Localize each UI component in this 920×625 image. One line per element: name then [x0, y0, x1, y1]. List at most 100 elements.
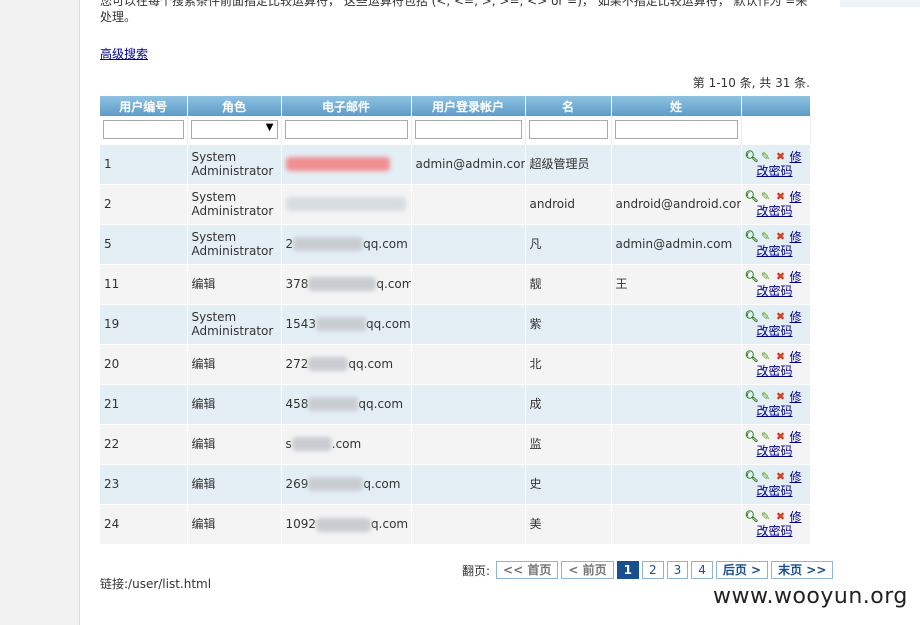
column-header-role[interactable]: 角色: [187, 96, 282, 116]
filter-first-name-input[interactable]: [528, 120, 608, 140]
next-page-button[interactable]: 后页 >: [715, 561, 769, 579]
pencil-icon[interactable]: ✎: [760, 471, 772, 483]
cell-first-name: 史: [525, 463, 612, 504]
view-icon[interactable]: 🔍︎: [745, 151, 759, 163]
view-icon[interactable]: 🔍︎: [745, 271, 759, 283]
delete-icon[interactable]: ✖: [775, 191, 787, 203]
advanced-search-link[interactable]: 高级搜索: [100, 45, 148, 62]
delete-icon[interactable]: ✖: [775, 431, 787, 443]
view-icon[interactable]: 🔍︎: [745, 511, 759, 523]
column-header-first-name[interactable]: 名: [525, 96, 612, 116]
redaction-block: [308, 277, 377, 292]
change-password-link-part1[interactable]: 修: [790, 270, 802, 284]
page-1-button[interactable]: 1: [616, 561, 639, 579]
cell-last-name: [611, 423, 742, 464]
chevron-down-icon: ▼: [265, 122, 274, 134]
view-icon[interactable]: 🔍︎: [745, 191, 759, 203]
cell-role: System Administrator: [187, 223, 282, 264]
cell-id: 2: [100, 183, 188, 224]
pencil-icon[interactable]: ✎: [760, 391, 772, 403]
cell-actions: 🔍︎✎✖修改密码修改密码: [741, 383, 811, 424]
change-password-link-part2[interactable]: 改密码: [745, 444, 807, 458]
view-icon[interactable]: 🔍︎: [745, 231, 759, 243]
filter-last-name-input[interactable]: [614, 120, 738, 140]
change-password-link-part1[interactable]: 修: [790, 510, 802, 524]
change-password-link-part2[interactable]: 改密码: [745, 484, 807, 498]
redaction-block: [285, 197, 406, 212]
delete-icon[interactable]: ✖: [775, 391, 787, 403]
left-gutter: [0, 0, 80, 625]
change-password-link-part1[interactable]: 修: [790, 470, 802, 484]
delete-icon[interactable]: ✖: [775, 311, 787, 323]
change-password-link-part2[interactable]: 改密码: [745, 524, 807, 538]
filter-email-input[interactable]: [284, 120, 408, 140]
change-password-link-part1[interactable]: 修: [790, 390, 802, 404]
delete-icon[interactable]: ✖: [775, 511, 787, 523]
cell-role: 编辑: [187, 423, 282, 464]
pencil-icon[interactable]: ✎: [760, 311, 772, 323]
view-icon[interactable]: 🔍︎: [745, 351, 759, 363]
pencil-icon[interactable]: ✎: [760, 431, 772, 443]
change-password-link-part1[interactable]: 修: [790, 350, 802, 364]
last-page-button[interactable]: 末页 >>: [771, 561, 834, 579]
change-password-link-part1[interactable]: 修: [790, 230, 802, 244]
pencil-icon[interactable]: ✎: [760, 231, 772, 243]
delete-icon[interactable]: ✖: [775, 231, 787, 243]
email-suffix: q.com: [371, 517, 409, 531]
cell-first-name: 北: [525, 343, 612, 384]
delete-icon[interactable]: ✖: [775, 471, 787, 483]
page-2-button[interactable]: 2: [641, 561, 664, 579]
view-icon[interactable]: 🔍︎: [745, 471, 759, 483]
filter-id-input[interactable]: [103, 120, 184, 140]
cell-login: [411, 503, 526, 544]
column-header-last-name[interactable]: 姓: [611, 96, 742, 116]
cell-email: 1543 qq.com: [281, 303, 412, 344]
cell-first-name: android: [525, 183, 612, 224]
change-password-link-part2[interactable]: 改密码: [745, 284, 807, 298]
table-row: 21编辑458 qq.com 成 🔍︎✎✖修改密码修改密码: [100, 383, 811, 424]
filter-role-select[interactable]: ▼: [190, 120, 278, 140]
view-icon[interactable]: 🔍︎: [745, 391, 759, 403]
change-password-link-part2[interactable]: 改密码: [745, 364, 807, 378]
change-password-link-part1[interactable]: 修: [790, 430, 802, 444]
cell-role: 编辑: [187, 463, 282, 504]
cell-email: 269 q.com: [281, 463, 412, 504]
change-password-link-part1[interactable]: 修: [790, 310, 802, 324]
cell-id: 20: [100, 343, 188, 384]
page-4-button[interactable]: 4: [691, 561, 713, 579]
pencil-icon[interactable]: ✎: [760, 351, 772, 363]
change-password-link-part2[interactable]: 改密码: [745, 324, 807, 338]
cell-actions: 🔍︎✎✖修改密码修改密码: [741, 263, 811, 304]
pencil-icon[interactable]: ✎: [760, 511, 772, 523]
page-3-button[interactable]: 3: [666, 561, 689, 579]
first-page-button[interactable]: << 首页: [496, 561, 559, 579]
change-password-link-part1[interactable]: 修: [790, 190, 802, 204]
email-prefix: 272: [285, 356, 309, 371]
view-icon[interactable]: 🔍︎: [745, 311, 759, 323]
pencil-icon[interactable]: ✎: [760, 271, 772, 283]
cell-id: 23: [100, 463, 188, 504]
column-header-id[interactable]: 用户编号: [100, 96, 188, 116]
column-header-login[interactable]: 用户登录帐户: [411, 96, 526, 116]
cell-last-name: [611, 463, 742, 504]
change-password-link-part2[interactable]: 改密码: [745, 244, 807, 258]
prev-page-button[interactable]: < 前页: [561, 561, 614, 579]
column-header-email[interactable]: 电子邮件: [281, 96, 412, 116]
filter-row: ▼: [100, 116, 811, 144]
right-panel-strip: [840, 0, 920, 7]
change-password-link-part2[interactable]: 改密码: [745, 164, 807, 178]
email-suffix: q.com: [363, 476, 401, 491]
view-icon[interactable]: 🔍︎: [745, 431, 759, 443]
change-password-link-part2[interactable]: 改密码: [745, 204, 807, 218]
cell-role: 编辑: [187, 383, 282, 424]
delete-icon[interactable]: ✖: [775, 271, 787, 283]
pencil-icon[interactable]: ✎: [760, 151, 772, 163]
email-suffix: q.com: [376, 276, 411, 291]
delete-icon[interactable]: ✖: [775, 351, 787, 363]
cell-role: 编辑: [187, 343, 282, 384]
delete-icon[interactable]: ✖: [775, 151, 787, 163]
pencil-icon[interactable]: ✎: [760, 191, 772, 203]
change-password-link-part2[interactable]: 改密码: [745, 404, 807, 418]
change-password-link-part1[interactable]: 修: [790, 150, 802, 164]
filter-login-input[interactable]: [414, 120, 522, 140]
